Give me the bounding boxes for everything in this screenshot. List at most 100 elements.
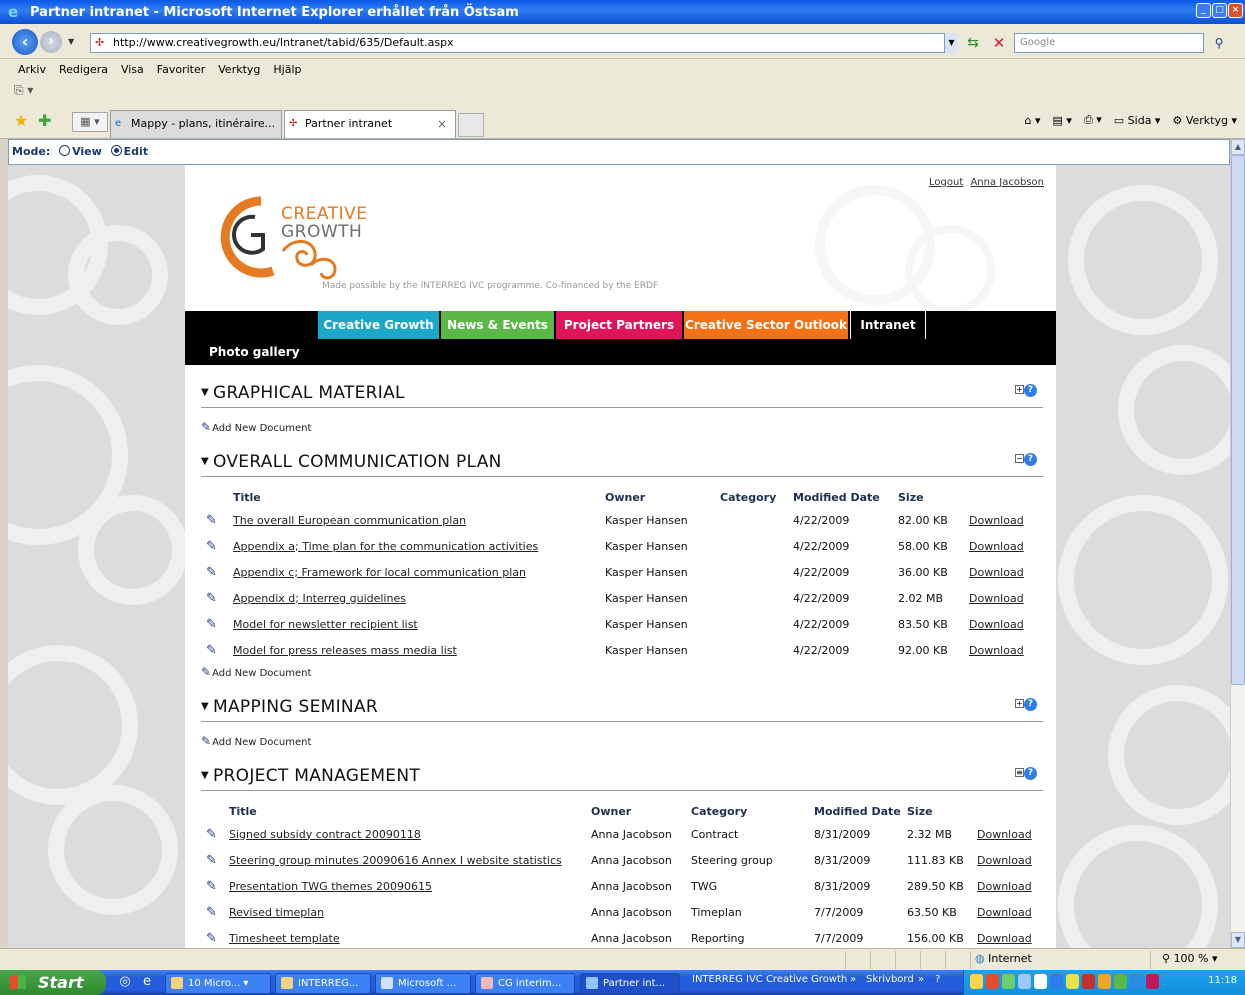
close-tab-icon[interactable]: × — [437, 111, 447, 137]
tray-icon[interactable] — [1050, 974, 1063, 989]
document-link[interactable]: Steering group minutes 20090616 Annex I … — [229, 854, 562, 867]
help-icon[interactable]: ? — [1024, 453, 1037, 466]
document-link[interactable]: Signed subsidy contract 20090118 — [229, 828, 421, 841]
download-link[interactable]: Download — [969, 618, 1024, 631]
quicklaunch-firefox-icon[interactable]: ◎ — [116, 973, 134, 991]
address-input[interactable]: ✢ http://www.creativegrowth.eu/Intranet/… — [90, 33, 958, 53]
menu-favoriter[interactable]: Favoriter — [157, 63, 205, 76]
taskbar-toolbar-label[interactable]: INTERREG IVC Creative Growth — [692, 974, 847, 985]
tray-icon[interactable] — [1082, 974, 1095, 989]
help-icon[interactable]: ? — [1024, 384, 1037, 397]
tray-icon[interactable] — [1130, 974, 1143, 989]
tray-icon[interactable] — [1098, 974, 1111, 989]
document-link[interactable]: Presentation TWG themes 20090615 — [229, 880, 432, 893]
download-link[interactable]: Download — [977, 906, 1032, 919]
chevron-icon[interactable]: » — [850, 974, 856, 985]
document-link[interactable]: The overall European communication plan — [233, 514, 466, 527]
scroll-thumb[interactable] — [1231, 155, 1245, 685]
subnav-photo-gallery[interactable]: Photo gallery — [185, 339, 1056, 365]
minimize-button[interactable]: _ — [1196, 3, 1211, 18]
creative-growth-logo[interactable]: CREATIVE GROWTH — [203, 187, 367, 287]
edit-pencil-icon[interactable]: ✎ — [206, 617, 217, 632]
add-favorite-icon[interactable]: ✚ — [38, 111, 51, 130]
print-icon[interactable]: ⎙ ▾ — [1084, 113, 1102, 127]
zoom-level[interactable]: ⚲ 100 % ▾ — [1162, 952, 1218, 965]
edit-pencil-icon[interactable]: ✎ — [206, 827, 217, 842]
tray-icon[interactable] — [970, 974, 983, 989]
tray-icon[interactable] — [1018, 974, 1031, 989]
collapse-caret-icon[interactable]: ▼ — [201, 387, 209, 398]
document-link[interactable]: Appendix c; Framework for local communic… — [233, 566, 526, 579]
menu-redigera[interactable]: Redigera — [59, 63, 108, 76]
taskbar-item-interreg[interactable]: INTERREG... — [275, 973, 371, 994]
edit-pencil-icon[interactable]: ✎ — [206, 513, 217, 528]
tray-icon[interactable] — [1114, 974, 1127, 989]
download-link[interactable]: Download — [969, 592, 1024, 605]
document-link[interactable]: Model for newsletter recipient list — [233, 618, 418, 631]
edit-pencil-icon[interactable]: ✎ — [206, 539, 217, 554]
collapse-icon[interactable]: − — [1015, 454, 1024, 463]
favorites-star-icon[interactable]: ★ — [14, 111, 28, 130]
feeds-icon[interactable]: ▤ ▾ — [1053, 114, 1072, 127]
address-dropdown-button[interactable]: ▼ — [944, 33, 958, 53]
edit-pencil-icon[interactable]: ✎ — [206, 591, 217, 606]
col-size[interactable]: Size — [898, 487, 969, 507]
search-icon[interactable]: ⚲ — [1208, 33, 1230, 53]
links-icon[interactable]: ⎘ ▾ — [14, 83, 33, 98]
nav-project-partners[interactable]: Project Partners — [556, 311, 682, 339]
stop-icon[interactable]: ✕ — [989, 33, 1009, 53]
quick-tabs-button[interactable]: ▦ ▾ — [72, 112, 108, 132]
edit-pencil-icon[interactable]: ✎ — [206, 905, 217, 920]
edit-pencil-icon[interactable]: ✎ — [206, 931, 217, 946]
document-link[interactable]: Appendix d; Interreg guidelines — [233, 592, 406, 605]
document-link[interactable]: Appendix a; Time plan for the communicat… — [233, 540, 538, 553]
col-modified[interactable]: Modified Date — [814, 801, 907, 821]
menu-visa[interactable]: Visa — [121, 63, 144, 76]
download-link[interactable]: Download — [969, 540, 1024, 553]
col-size[interactable]: Size — [907, 801, 977, 821]
col-modified[interactable]: Modified Date — [793, 487, 898, 507]
mode-edit-radio[interactable] — [110, 145, 122, 156]
tools-menu-button[interactable]: ⚙ Verktyg ▾ — [1172, 114, 1237, 127]
expand-icon[interactable]: + — [1015, 699, 1024, 708]
download-link[interactable]: Download — [969, 566, 1024, 579]
col-owner[interactable]: Owner — [605, 487, 720, 507]
mode-view-radio[interactable] — [59, 145, 71, 156]
download-link[interactable]: Download — [977, 828, 1032, 841]
page-menu-button[interactable]: ▭ Sida ▾ — [1114, 114, 1161, 127]
tab-partner-intranet[interactable]: ✢ Partner intranet × — [284, 110, 456, 138]
download-link[interactable]: Download — [969, 514, 1024, 527]
maximize-button[interactable]: □ — [1212, 3, 1227, 18]
scroll-down-button[interactable]: ▼ — [1231, 932, 1245, 948]
add-new-document-mapping[interactable]: ✎Add New Document — [201, 734, 311, 748]
help-icon[interactable]: ? — [1024, 698, 1037, 711]
download-link[interactable]: Download — [977, 880, 1032, 893]
history-dropdown[interactable]: ▼ — [68, 37, 74, 46]
document-link[interactable]: Revised timeplan — [229, 906, 324, 919]
help-icon[interactable]: ? — [1024, 767, 1037, 780]
add-new-document-graphical[interactable]: ✎Add New Document — [201, 420, 311, 434]
taskbar-item-pdf[interactable]: CG interim... — [475, 973, 575, 994]
col-category[interactable]: Category — [691, 801, 814, 821]
help-tray-icon[interactable]: ? — [935, 974, 940, 985]
col-title[interactable]: Title — [233, 487, 605, 507]
download-link[interactable]: Download — [977, 854, 1032, 867]
expand-icon[interactable]: + — [1015, 385, 1024, 394]
start-button[interactable]: Start — [0, 970, 106, 995]
nav-creative-growth[interactable]: Creative Growth — [318, 311, 439, 339]
tray-icon[interactable] — [986, 974, 999, 989]
col-title[interactable]: Title — [229, 801, 591, 821]
back-button[interactable]: ‹ — [12, 29, 38, 55]
logout-link[interactable]: Logout — [929, 177, 963, 188]
menu-verktyg[interactable]: Verktyg — [218, 63, 260, 76]
menu-hjalp[interactable]: Hjälp — [273, 63, 301, 76]
nav-intranet[interactable]: Intranet — [850, 311, 926, 339]
forward-button[interactable]: › — [40, 31, 62, 53]
refresh-icon[interactable]: ⇆ — [963, 33, 983, 53]
add-new-document-comm[interactable]: ✎Add New Document — [201, 665, 311, 679]
edit-pencil-icon[interactable]: ✎ — [206, 565, 217, 580]
taskbar-item-ie[interactable]: Partner int... — [580, 973, 680, 994]
home-icon[interactable]: ⌂ ▾ — [1025, 114, 1041, 127]
nav-news-events[interactable]: News & Events — [441, 311, 554, 339]
scroll-up-button[interactable]: ▲ — [1231, 139, 1245, 155]
